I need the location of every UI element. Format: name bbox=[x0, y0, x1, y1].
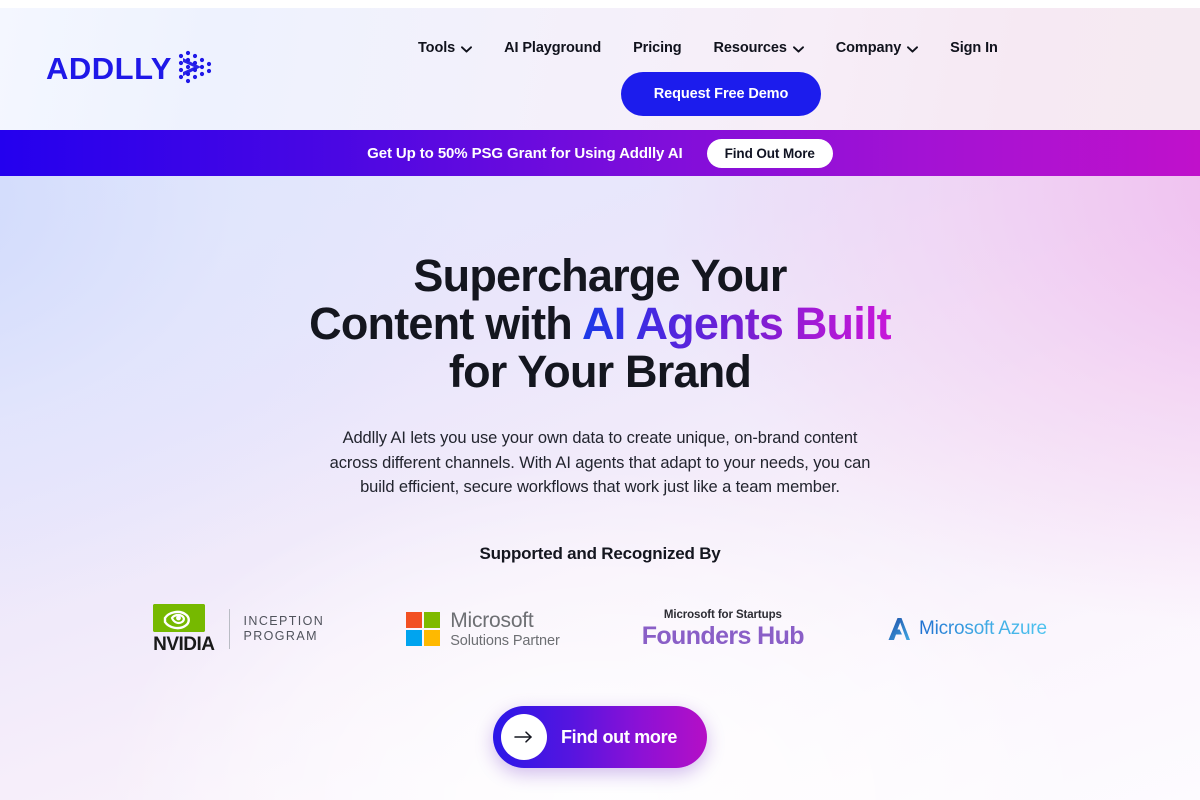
microsoft-for-startups-text: Microsoft for Startups bbox=[663, 608, 782, 621]
nvidia-lockup: NVIDIA bbox=[153, 604, 215, 655]
chevron-down-icon bbox=[461, 45, 473, 53]
inception-line-1: INCEPTION bbox=[243, 614, 325, 628]
site-header: ADDLLY Tools AI Playground Pricing Resou… bbox=[0, 8, 1200, 130]
cta-container: Find out more bbox=[0, 706, 1200, 768]
partner-logo-founders-hub: Microsoft for Startups Founders Hub bbox=[641, 608, 805, 650]
brand-logo-text: ADDLLY bbox=[46, 50, 172, 86]
founders-hub-text: Founders Hub bbox=[641, 621, 805, 650]
headline-line-2-plain: Content with bbox=[309, 298, 583, 349]
chevron-down-icon bbox=[792, 45, 804, 53]
headline-line-2-gradient: AI Agents Built bbox=[582, 298, 892, 349]
azure-a-icon bbox=[886, 616, 912, 642]
nav-item-company[interactable]: Company bbox=[820, 40, 934, 56]
landing-page: ADDLLY Tools AI Playground Pricing Resou… bbox=[0, 0, 1200, 800]
nav-item-resources-label: Resources bbox=[713, 40, 787, 56]
nav-item-ai-playground-label: AI Playground bbox=[504, 40, 602, 56]
microsoft-word: Microsoft bbox=[450, 609, 534, 633]
partner-logo-microsoft-solutions-partner: Microsoft Solutions Partner bbox=[406, 609, 560, 649]
nav-item-company-label: Company bbox=[835, 40, 902, 56]
promo-banner: Get Up to 50% PSG Grant for Using Addlly… bbox=[0, 130, 1200, 176]
nav-item-tools[interactable]: Tools bbox=[418, 40, 488, 56]
chevron-down-icon bbox=[907, 45, 919, 53]
hero-section: Supercharge Your Content with AI Agents … bbox=[0, 176, 1200, 800]
nav-item-sign-in-label: Sign In bbox=[950, 40, 998, 56]
headline-line-1: Supercharge Your bbox=[413, 250, 787, 301]
headline-line-3: for Your Brand bbox=[448, 346, 752, 397]
microsoft-azure-text: Microsoft Azure bbox=[918, 618, 1047, 639]
find-out-more-cta-button[interactable]: Find out more bbox=[492, 706, 708, 768]
hero-headline: Supercharge Your Content with AI Agents … bbox=[0, 252, 1200, 396]
main-navigation: Tools AI Playground Pricing Resources Co… bbox=[418, 40, 1014, 56]
promo-banner-text: Get Up to 50% PSG Grant for Using Addlly… bbox=[367, 144, 683, 162]
solutions-partner-word: Solutions Partner bbox=[450, 632, 560, 649]
nav-item-pricing-label: Pricing bbox=[633, 40, 682, 56]
partner-logo-microsoft-azure: Microsoft Azure bbox=[886, 616, 1047, 642]
hero-subtitle: Addlly AI lets you use your own data to … bbox=[0, 426, 1200, 500]
microsoft-solutions-partner-text: Microsoft Solutions Partner bbox=[450, 609, 560, 649]
microsoft-squares-icon bbox=[406, 612, 441, 646]
nav-item-ai-playground[interactable]: AI Playground bbox=[488, 40, 617, 56]
brand-logo[interactable]: ADDLLY bbox=[46, 46, 221, 90]
find-out-more-banner-button[interactable]: Find Out More bbox=[706, 138, 833, 168]
nvidia-divider bbox=[228, 609, 230, 649]
inception-program-text: INCEPTION PROGRAM bbox=[244, 614, 325, 644]
logo-arrow-dots-icon bbox=[175, 46, 221, 90]
hero-subtitle-line-1: Addlly AI lets you use your own data to … bbox=[342, 429, 858, 447]
nav-item-sign-in[interactable]: Sign In bbox=[934, 40, 1014, 56]
arrow-right-icon bbox=[500, 714, 547, 760]
top-white-strip bbox=[0, 0, 1200, 8]
nav-item-resources[interactable]: Resources bbox=[698, 40, 820, 56]
nvidia-eye-icon bbox=[153, 604, 206, 632]
hero-subtitle-line-3: build efficient, secure workflows that w… bbox=[360, 478, 840, 496]
nav-item-tools-label: Tools bbox=[418, 40, 456, 56]
nav-item-pricing[interactable]: Pricing bbox=[617, 40, 697, 56]
supported-section-title: Supported and Recognized By bbox=[479, 544, 721, 563]
nvidia-wordmark: NVIDIA bbox=[153, 634, 215, 655]
partner-logos: NVIDIA INCEPTION PROGRAM Microsoft Solut… bbox=[0, 594, 1200, 664]
request-free-demo-button[interactable]: Request Free Demo bbox=[621, 72, 821, 116]
partner-logo-nvidia-inception: NVIDIA INCEPTION PROGRAM bbox=[153, 604, 324, 654]
hero-subtitle-line-2: across different channels. With AI agent… bbox=[329, 453, 871, 472]
inception-line-2: PROGRAM bbox=[243, 629, 318, 643]
cta-label: Find out more bbox=[560, 726, 678, 747]
